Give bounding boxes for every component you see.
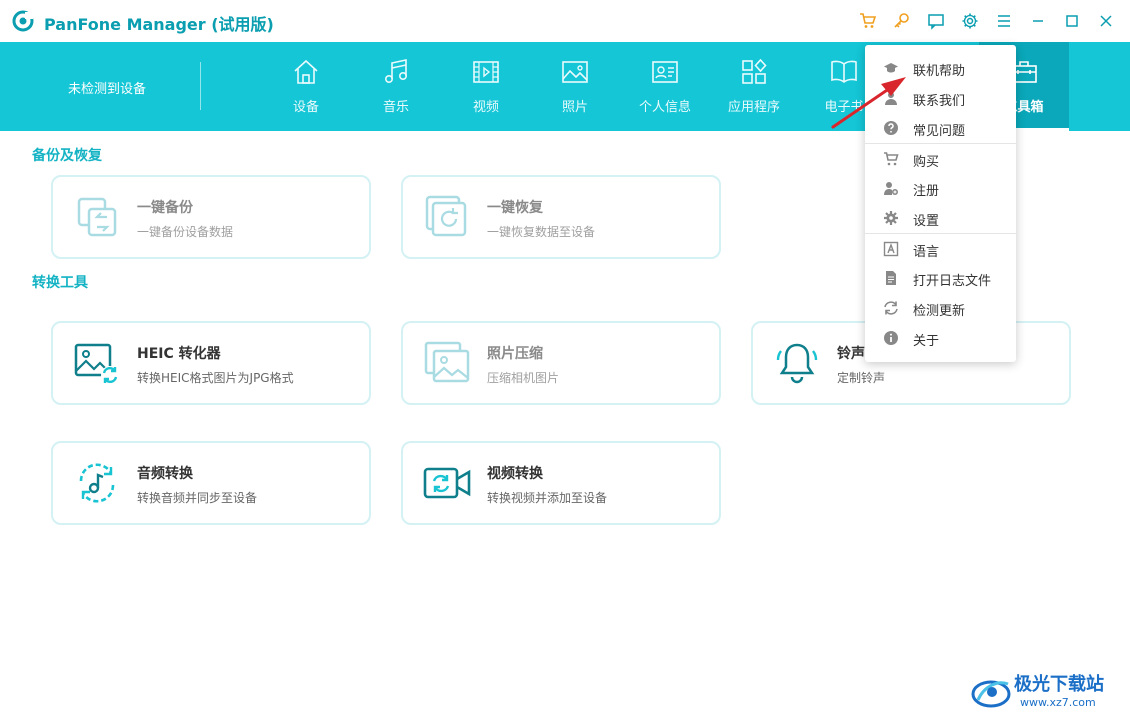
watermark-url: www.xz7.com: [1020, 696, 1096, 709]
restore-icon: [425, 195, 467, 237]
register-icon: [884, 182, 898, 195]
section-title-backup: 备份及恢复: [32, 148, 102, 164]
card-video-converter[interactable]: 视频转换 转换视频并添加至设备: [401, 441, 721, 525]
apps-icon: [742, 58, 767, 84]
menu-icon[interactable]: [994, 11, 1014, 31]
menu-item-settings[interactable]: 设置: [865, 204, 1016, 232]
section-title-convert: 转换工具: [32, 275, 88, 291]
card-photo-compress[interactable]: 照片压缩 压缩相机图片: [401, 321, 721, 405]
contact-icon: [652, 61, 678, 83]
audio-converter-icon: [79, 463, 115, 503]
video-icon: [473, 61, 499, 83]
menu-item-contact-us[interactable]: 联系我们: [865, 84, 1016, 112]
nav-divider: [200, 62, 201, 110]
card-audio-converter[interactable]: 音频转换 转换音频并同步至设备: [51, 441, 371, 525]
heic-converter-icon: [74, 343, 119, 384]
menu-item-open-log[interactable]: 打开日志文件: [865, 264, 1016, 292]
music-icon: [384, 59, 407, 83]
maximize-icon[interactable]: [1062, 11, 1082, 31]
graduation-cap-icon: [884, 63, 898, 73]
photo-icon: [562, 61, 588, 83]
nav-item-apps[interactable]: 应用程序: [709, 42, 799, 131]
feedback-icon[interactable]: [926, 11, 946, 31]
contact-us-icon: [885, 92, 897, 105]
language-icon: [883, 241, 899, 257]
menu-item-faq[interactable]: 常见问题: [865, 114, 1016, 142]
settings-dropdown-menu: 联机帮助 联系我们 常见问题 购买 注册 设置 语言 打开日志文件 检测更新 关…: [865, 45, 1016, 362]
app-title: PanFone Manager (试用版): [44, 15, 274, 34]
question-icon: [884, 121, 898, 135]
video-converter-icon: [423, 467, 471, 499]
nav-item-contacts[interactable]: 个人信息: [620, 42, 710, 131]
nav-item-device[interactable]: 设备: [261, 42, 351, 131]
card-heic-converter[interactable]: HEIC 转化器 转换HEIC格式图片为JPG格式: [51, 321, 371, 405]
backup-icon: [77, 197, 117, 237]
menu-item-about[interactable]: 关于: [865, 324, 1016, 352]
nav-item-music[interactable]: 音乐: [351, 42, 441, 131]
watermark-name: 极光下载站: [1014, 674, 1104, 695]
info-icon: [884, 331, 898, 345]
refresh-icon: [884, 301, 898, 315]
minimize-icon[interactable]: [1028, 11, 1048, 31]
title-bar: PanFone Manager (试用版): [0, 0, 1130, 42]
home-icon: [294, 59, 318, 84]
menu-item-check-update[interactable]: 检测更新: [865, 294, 1016, 322]
nav-item-photo[interactable]: 照片: [530, 42, 620, 131]
key-icon[interactable]: [892, 11, 912, 31]
menu-separator: [865, 233, 1016, 234]
bell-icon: [776, 343, 818, 384]
menu-separator: [865, 143, 1016, 144]
watermark: 极光下载站 www.xz7.com: [970, 668, 1125, 716]
menu-item-online-help[interactable]: 联机帮助: [865, 54, 1016, 82]
cart-icon: [884, 152, 899, 166]
menu-item-register[interactable]: 注册: [865, 174, 1016, 202]
watermark-logo-icon: [971, 680, 1011, 708]
log-file-icon: [886, 271, 896, 285]
device-status: 未检测到设备: [68, 82, 147, 97]
menu-item-buy[interactable]: 购买: [865, 145, 1016, 173]
card-one-click-backup[interactable]: 一键备份 一键备份设备数据: [51, 175, 371, 259]
close-icon[interactable]: [1096, 11, 1116, 31]
gear-icon: [884, 211, 898, 225]
cart-icon[interactable]: [858, 11, 878, 31]
book-icon: [831, 60, 857, 83]
card-one-click-restore[interactable]: 一键恢复 一键恢复数据至设备: [401, 175, 721, 259]
photo-compress-icon: [424, 341, 470, 383]
gear-icon[interactable]: [960, 11, 980, 31]
menu-item-language[interactable]: 语言: [865, 235, 1016, 263]
app-logo-icon: [12, 10, 34, 32]
nav-item-video[interactable]: 视频: [441, 42, 531, 131]
